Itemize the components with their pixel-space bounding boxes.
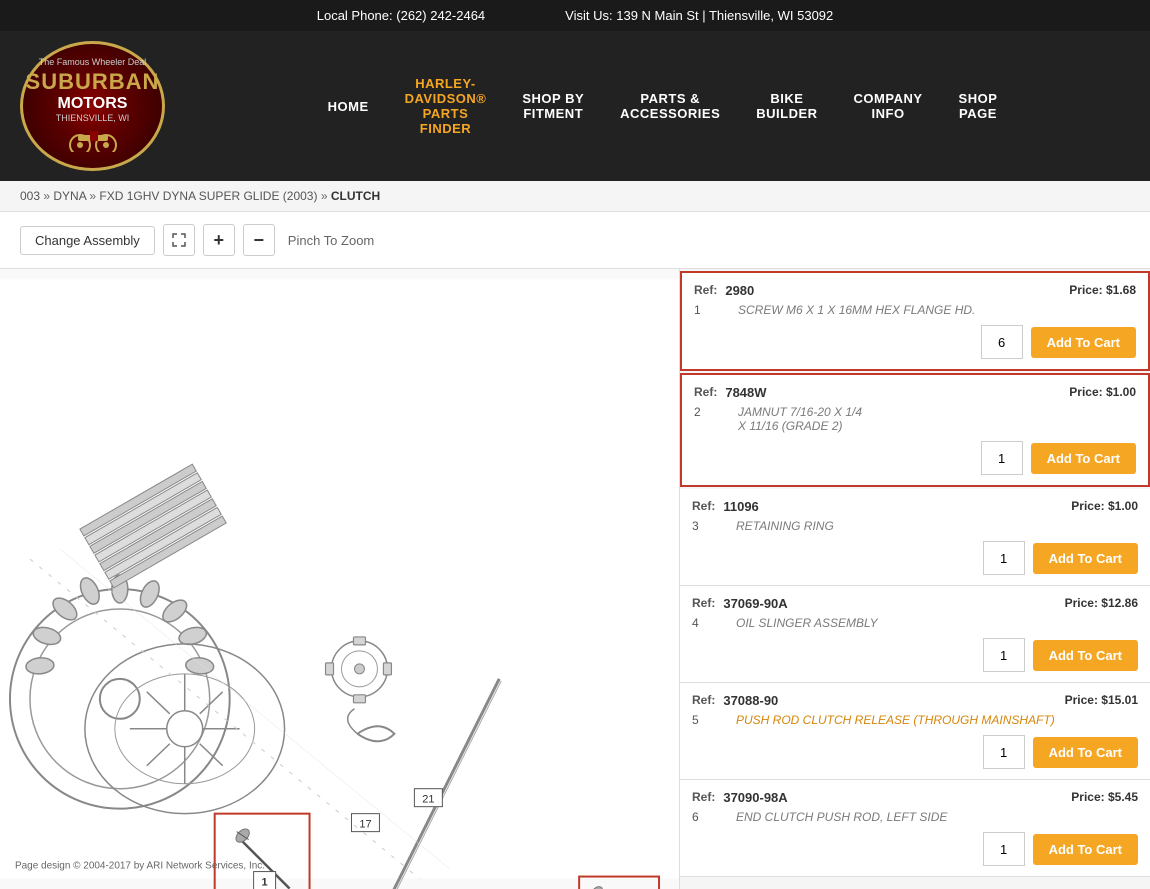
svg-text:21: 21: [422, 794, 434, 806]
nav-shop-page[interactable]: SHOPPAGE: [951, 86, 1006, 126]
qty-input-1[interactable]: [981, 325, 1023, 359]
qty-input-4[interactable]: [983, 638, 1025, 672]
nav-bike-builder[interactable]: BIKEBUILDER: [748, 86, 825, 126]
pinch-to-zoom-label: Pinch To Zoom: [288, 233, 374, 248]
svg-text:Page design © 2004-2017 by ARI: Page design © 2004-2017 by ARI Network S…: [15, 861, 265, 872]
add-to-cart-button-2[interactable]: Add To Cart: [1031, 443, 1136, 474]
add-to-cart-button-5[interactable]: Add To Cart: [1033, 737, 1138, 768]
nav-parts-accessories[interactable]: PARTS &ACCESSORIES: [612, 86, 728, 126]
nav-home[interactable]: HOME: [320, 94, 377, 119]
part-row: Ref: 37088-90 Price: $15.01 5 PUSH ROD C…: [680, 683, 1150, 780]
part-row: Ref: 37090-98A Price: $5.45 6 END CLUTCH…: [680, 780, 1150, 877]
add-to-cart-button-6[interactable]: Add To Cart: [1033, 834, 1138, 865]
part-row: Ref: 11096 Price: $1.00 3 RETAINING RING…: [680, 489, 1150, 586]
nav-shop-by-fitment[interactable]: SHOP BYFITMENT: [514, 86, 592, 126]
qty-input-2[interactable]: [981, 441, 1023, 475]
svg-text:17: 17: [359, 819, 371, 831]
main-nav: HOME HARLEY-DAVIDSON®PARTSFINDER SHOP BY…: [195, 71, 1130, 141]
toolbar: Change Assembly + − Pinch To Zoom: [0, 212, 1150, 269]
logo: The Famous Wheeler Deal SUBURBAN MOTORS …: [20, 41, 165, 171]
parts-list: Ref: 2980 Price: $1.68 1 SCREW M6 X 1 X …: [680, 269, 1150, 889]
add-to-cart-button-3[interactable]: Add To Cart: [1033, 543, 1138, 574]
part-row: Ref: 37069-90A Price: $12.86 4 OIL SLING…: [680, 586, 1150, 683]
qty-input-6[interactable]: [983, 832, 1025, 866]
part-name-link-5[interactable]: PUSH ROD CLUTCH RELEASE (THROUGH MAINSHA…: [736, 713, 1055, 727]
header: The Famous Wheeler Deal SUBURBAN MOTORS …: [0, 31, 1150, 181]
part-row: Ref: 7848W Price: $1.00 2 JAMNUT 7/16-20…: [680, 373, 1150, 487]
zoom-out-button[interactable]: −: [243, 224, 275, 256]
change-assembly-button[interactable]: Change Assembly: [20, 226, 155, 255]
main-content: 1 2 3 4 5 6 7 8: [0, 269, 1150, 889]
add-to-cart-button-4[interactable]: Add To Cart: [1033, 640, 1138, 671]
nav-company-info[interactable]: COMPANYINFO: [846, 86, 931, 126]
breadcrumb: 003 » DYNA » FXD 1GHV DYNA SUPER GLIDE (…: [0, 181, 1150, 212]
part-row: Ref: 2980 Price: $1.68 1 SCREW M6 X 1 X …: [680, 271, 1150, 371]
fullscreen-button[interactable]: [163, 224, 195, 256]
address-info: Visit Us: 139 N Main St | Thiensville, W…: [565, 8, 833, 23]
diagram-area: 1 2 3 4 5 6 7 8: [0, 269, 680, 889]
svg-text:1: 1: [262, 877, 268, 889]
add-to-cart-button-1[interactable]: Add To Cart: [1031, 327, 1136, 358]
nav-harley-finder[interactable]: HARLEY-DAVIDSON®PARTSFINDER: [397, 71, 495, 141]
qty-input-3[interactable]: [983, 541, 1025, 575]
zoom-in-button[interactable]: +: [203, 224, 235, 256]
top-bar: Local Phone: (262) 242-2464 Visit Us: 13…: [0, 0, 1150, 31]
qty-input-5[interactable]: [983, 735, 1025, 769]
phone-info: Local Phone: (262) 242-2464: [317, 8, 485, 23]
